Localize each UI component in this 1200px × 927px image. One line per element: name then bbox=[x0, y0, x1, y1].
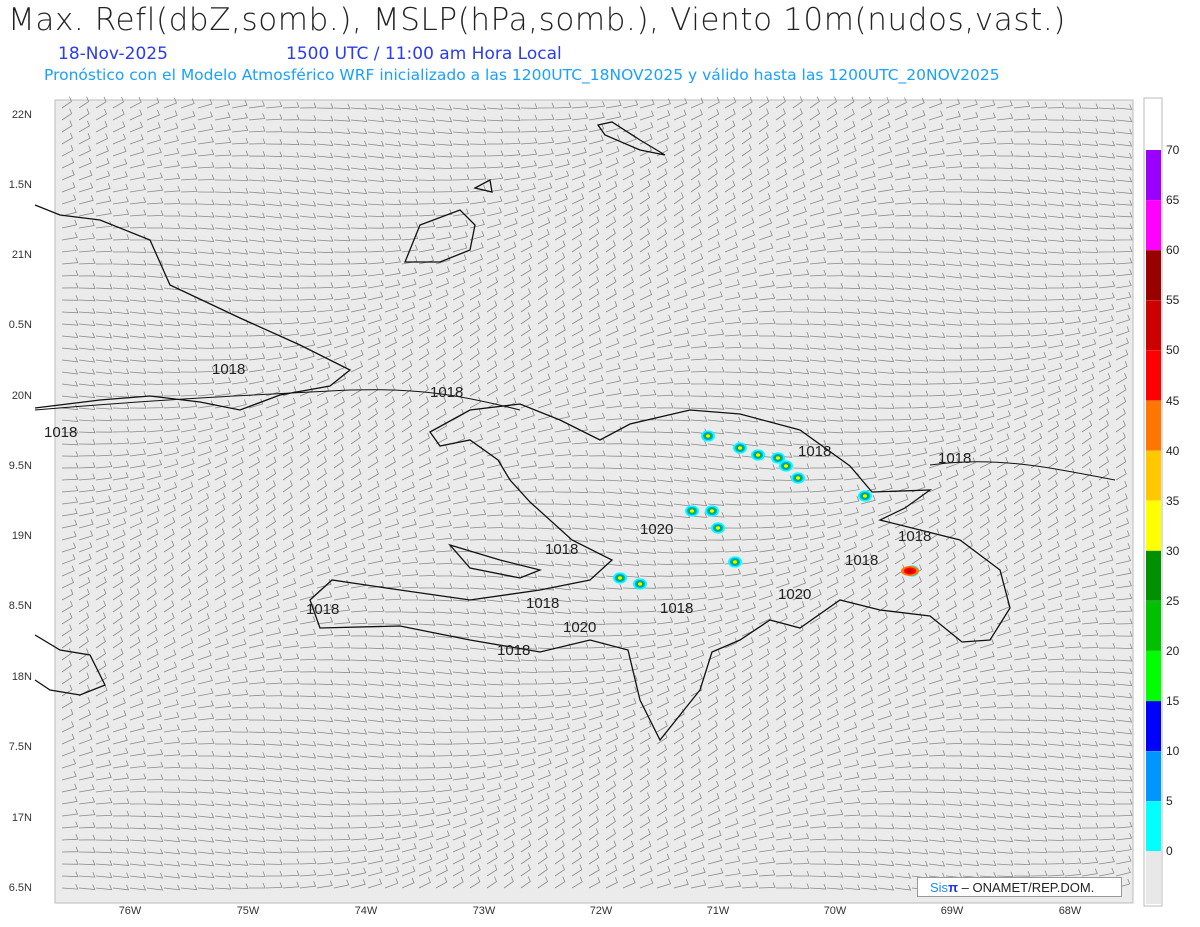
colorbar-segment bbox=[1146, 300, 1161, 351]
isobar-label: 1018 bbox=[306, 601, 339, 618]
isobar-label: 1018 bbox=[660, 600, 693, 617]
lat-label: 6.5N bbox=[8, 882, 32, 894]
colorbar-segment bbox=[1146, 851, 1161, 904]
colorbar-segment bbox=[1146, 350, 1161, 401]
isobar-label: 1018 bbox=[545, 541, 578, 558]
lon-label: 74W bbox=[354, 905, 378, 917]
colorbar-label: 5 bbox=[1166, 794, 1173, 809]
colorbar-label: 25 bbox=[1166, 593, 1180, 608]
colorbar-segment bbox=[1146, 651, 1161, 701]
lat-label: 1.5N bbox=[8, 179, 32, 191]
colorbar-label: 10 bbox=[1166, 744, 1180, 759]
lon-label: 75W bbox=[236, 905, 260, 917]
reflectivity-cell bbox=[738, 446, 742, 450]
colorbar-segment bbox=[1146, 600, 1161, 651]
colorbar-segment bbox=[1146, 250, 1161, 301]
colorbar-segment bbox=[1146, 450, 1161, 501]
isobar-label: 1020 bbox=[778, 586, 811, 603]
reflectivity-cell bbox=[733, 560, 737, 564]
colorbar-label: 30 bbox=[1166, 543, 1180, 558]
isobar-label: 1018 bbox=[430, 384, 463, 401]
isobar-label: 1018 bbox=[938, 450, 971, 467]
colorbar-label: 65 bbox=[1166, 193, 1180, 208]
isobar-label: 1018 bbox=[526, 595, 559, 612]
lon-label: 72W bbox=[589, 905, 613, 917]
colorbar-label: 55 bbox=[1166, 293, 1180, 308]
colorbar-segment bbox=[1146, 550, 1161, 601]
lat-label: 7.5N bbox=[8, 741, 32, 753]
isobar-label: 1020 bbox=[563, 619, 596, 636]
map-area bbox=[54, 99, 1134, 904]
reflectivity-cell bbox=[716, 526, 720, 530]
lon-label: 73W bbox=[472, 905, 496, 917]
credit-sis: Sis bbox=[930, 880, 949, 895]
credit-org: – ONAMET/REP.DOM. bbox=[958, 880, 1095, 895]
lon-label: 76W bbox=[118, 905, 142, 917]
reflectivity-cell bbox=[618, 576, 622, 580]
colorbar-segment bbox=[1146, 150, 1161, 200]
colorbar bbox=[1143, 97, 1163, 907]
reflectivity-cell bbox=[690, 509, 694, 513]
reflectivity-cell bbox=[710, 509, 714, 513]
lon-label: 69W bbox=[940, 905, 964, 917]
colorbar-label: 0 bbox=[1166, 844, 1173, 859]
isobar-label: 1018 bbox=[898, 528, 931, 545]
colorbar-segment bbox=[1146, 701, 1161, 752]
colorbar-segment bbox=[1146, 100, 1161, 150]
weather-map: 1018 1018 1018 1018 1018 1018 1018 1020 … bbox=[34, 96, 1163, 907]
colorbar-label: 70 bbox=[1166, 143, 1180, 157]
isobar-label: 1018 bbox=[845, 552, 878, 569]
reflectivity-cell bbox=[796, 476, 800, 480]
isobar-label: 1018 bbox=[44, 424, 77, 441]
colorbar-label: 50 bbox=[1166, 343, 1180, 358]
colorbar-label: 15 bbox=[1166, 694, 1180, 709]
lat-label: 20N bbox=[11, 390, 32, 402]
lon-label: 71W bbox=[706, 905, 730, 917]
lat-label: 18N bbox=[11, 671, 32, 683]
reflectivity-core bbox=[907, 569, 913, 573]
lat-label: 21N bbox=[11, 249, 32, 261]
isobar-label: 1018 bbox=[212, 361, 245, 378]
reflectivity-cell bbox=[863, 494, 867, 498]
lon-label: 68W bbox=[1058, 905, 1082, 917]
colorbar-label: 35 bbox=[1166, 493, 1180, 508]
colorbar-label: 20 bbox=[1166, 644, 1180, 658]
lat-label: 0.5N bbox=[8, 319, 32, 331]
credit-logo: Sisπ – ONAMET/REP.DOM. bbox=[917, 877, 1122, 897]
isobar-label: 1018 bbox=[497, 642, 530, 659]
lat-label: 17N bbox=[11, 812, 32, 824]
reflectivity-cell bbox=[776, 456, 780, 460]
colorbar-label: 40 bbox=[1166, 443, 1180, 458]
lat-label: 22N bbox=[11, 109, 32, 121]
colorbar-segment bbox=[1146, 200, 1161, 251]
lon-label: 70W bbox=[823, 905, 847, 917]
reflectivity-cell bbox=[756, 453, 760, 457]
colorbar-segment bbox=[1146, 500, 1161, 551]
colorbar-segment bbox=[1146, 400, 1161, 451]
colorbar-segment bbox=[1146, 751, 1161, 802]
lat-label: 9.5N bbox=[8, 460, 32, 472]
credit-pi: π bbox=[948, 880, 959, 895]
colorbar-label: 45 bbox=[1166, 393, 1180, 408]
lat-label: 8.5N bbox=[8, 600, 32, 612]
lat-label: 19N bbox=[11, 530, 32, 542]
isobar-label: 1020 bbox=[640, 521, 673, 538]
isobar-label: 1018 bbox=[798, 443, 831, 460]
reflectivity-cell bbox=[638, 582, 642, 586]
reflectivity-cell bbox=[784, 464, 788, 468]
colorbar-segment bbox=[1146, 801, 1161, 852]
colorbar-label: 60 bbox=[1166, 243, 1180, 258]
reflectivity-cell bbox=[706, 434, 710, 438]
